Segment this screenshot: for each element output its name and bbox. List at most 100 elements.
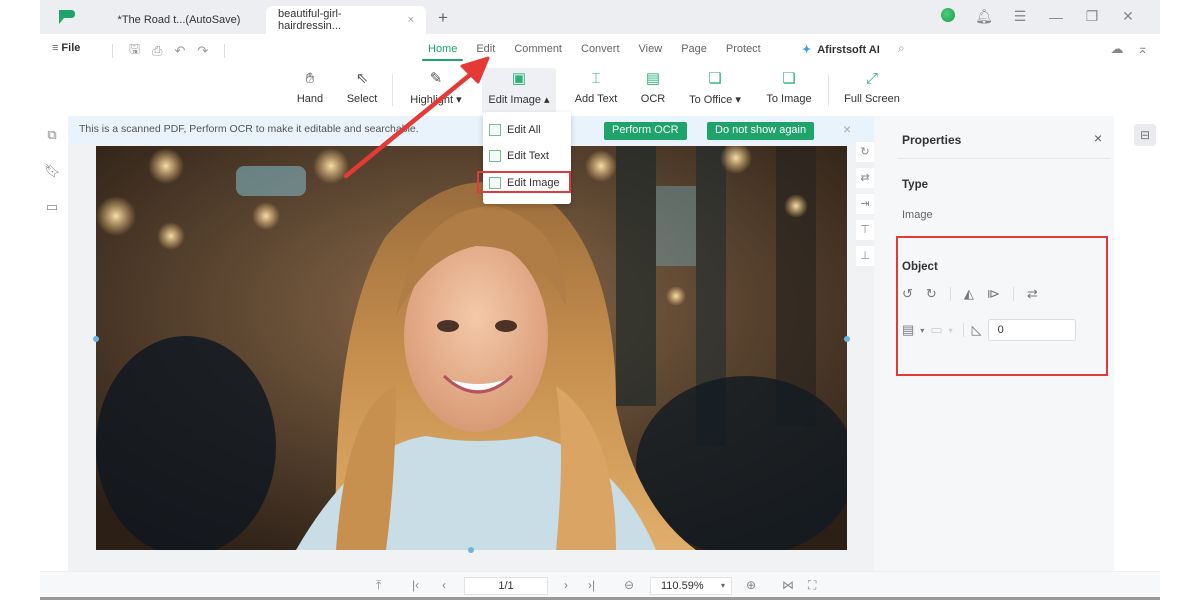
zoom-dropdown-icon: ▾ <box>720 581 725 590</box>
close-window-button[interactable]: ✕ <box>1110 8 1146 25</box>
ai-sparkle-icon: ✦ <box>802 44 812 56</box>
last-page-icon[interactable]: ›| <box>588 578 595 592</box>
restore-button[interactable]: ❐ <box>1074 8 1110 25</box>
divider <box>224 44 226 58</box>
item-label: Edit All <box>507 124 541 136</box>
comment-icon[interactable]: ▭ <box>44 199 60 215</box>
tool-label: Add Text <box>574 93 618 105</box>
tool-label: To Image <box>766 93 812 105</box>
menubar-right: ☁ ⌅ <box>1100 41 1148 57</box>
left-sidebar: ⧉ 🔖︎ ▭ <box>40 116 68 571</box>
zoom-in-icon[interactable]: ⊕ <box>746 578 756 592</box>
full-screen-tool[interactable]: ⤢ Full Screen <box>840 68 904 114</box>
highlight-tool[interactable]: ✎ Highlight ▾ <box>406 68 466 114</box>
selected-image[interactable] <box>96 146 847 550</box>
tab-close-icon[interactable]: × <box>408 14 414 26</box>
collapse-ribbon-icon[interactable]: ⌅ <box>1137 41 1148 56</box>
menu-view[interactable]: View <box>639 43 663 55</box>
zoom-select[interactable]: 110.59% ▾ <box>650 577 732 595</box>
redo-icon[interactable]: ↷ <box>197 43 208 59</box>
next-page-icon[interactable]: › <box>564 578 568 592</box>
edit-text-icon <box>489 150 501 162</box>
resize-handle[interactable] <box>93 336 99 342</box>
cursor-icon: ⇖ <box>355 70 369 87</box>
to-office-icon: ❏ <box>708 70 722 87</box>
menu-comment[interactable]: Comment <box>514 43 562 55</box>
tab-label: *The Road t...(AutoSave) <box>117 14 241 26</box>
edit-all-icon <box>489 124 501 136</box>
scroll-top-icon[interactable]: ⤒ <box>376 578 381 593</box>
tool-label: Hand <box>296 93 324 105</box>
tool-label: Edit Image ▴ <box>488 94 550 106</box>
ai-menu[interactable]: ✦ Afirstsoft AI <box>802 43 880 56</box>
dropdown-item-edit-all[interactable]: Edit All <box>489 120 541 140</box>
replace-icon[interactable]: ⇄ <box>856 168 874 188</box>
to-image-tool[interactable]: ❏ To Image <box>760 68 818 114</box>
menu-convert[interactable]: Convert <box>581 43 620 55</box>
notice-close-icon[interactable]: × <box>843 121 851 137</box>
user-avatar[interactable] <box>930 8 966 25</box>
file-menu[interactable]: ≡ File <box>52 42 80 54</box>
quick-access: 🖫︎ ⎙ ↶ ↷ <box>102 40 235 62</box>
select-tool[interactable]: ⇖ Select <box>340 68 384 114</box>
ocr-tool[interactable]: ▤ OCR <box>636 68 670 114</box>
add-text-icon: ⌶ <box>591 70 601 87</box>
thumbnail-icon[interactable]: ⧉ <box>44 127 60 143</box>
properties-close-icon[interactable]: × <box>1094 130 1102 146</box>
resize-handle[interactable] <box>468 547 474 553</box>
new-tab-button[interactable]: + <box>438 8 448 28</box>
notice-text: This is a scanned PDF, Perform OCR to ma… <box>79 123 419 135</box>
print-icon[interactable]: ⎙ <box>152 43 162 59</box>
cloud-icon[interactable]: ☁ <box>1110 41 1123 56</box>
edit-image-tool[interactable]: ▣ Edit Image ▴ <box>482 68 556 114</box>
properties-toggle-icon[interactable]: ⊟ <box>1134 124 1156 146</box>
tab-label: beautiful-girl-hairdressin... <box>278 8 342 32</box>
edit-image-dropdown: Edit All Edit Text Edit Image <box>477 112 571 204</box>
zoom-out-icon[interactable]: ⊖ <box>624 578 634 592</box>
bell-icon[interactable]: 🔔︎ <box>966 8 1002 25</box>
to-office-tool[interactable]: ❏ To Office ▾ <box>682 68 748 114</box>
type-value: Image <box>902 209 933 221</box>
window-controls: 🔔︎ ☰ — ❐ ✕ <box>930 8 1146 25</box>
portrait-photo <box>96 146 847 550</box>
file-label: File <box>61 42 81 54</box>
minimize-button[interactable]: — <box>1038 9 1074 25</box>
menu-icon[interactable]: ☰ <box>1002 8 1038 25</box>
tool-label: Full Screen <box>844 93 900 105</box>
to-image-icon: ❏ <box>782 70 796 87</box>
menu-home[interactable]: Home <box>421 43 464 61</box>
tab-autosave-doc[interactable]: *The Road t...(AutoSave) <box>104 6 254 34</box>
extract-icon[interactable]: ⇥ <box>856 194 874 214</box>
add-text-tool[interactable]: ⌶ Add Text <box>568 68 624 114</box>
dropdown-item-edit-image[interactable]: Edit Image <box>477 171 571 193</box>
prev-page-icon[interactable]: ‹ <box>442 578 446 592</box>
tool-label: Highlight ▾ <box>410 94 462 106</box>
search-icon[interactable]: ⌕ <box>898 41 905 56</box>
hand-tool[interactable]: ✋︎ Hand <box>290 68 330 114</box>
menu-page[interactable]: Page <box>681 43 707 55</box>
fit-width-icon[interactable]: ⋈ <box>782 578 794 592</box>
menu-protect[interactable]: Protect <box>726 43 761 55</box>
edit-image-icon: ▣ <box>511 70 527 87</box>
right-sidebar: ⊟ <box>1114 116 1160 571</box>
edit-image-highlight-box <box>477 171 571 193</box>
undo-icon[interactable]: ↶ <box>174 43 185 59</box>
menu-edit[interactable]: Edit <box>476 43 495 55</box>
rotate-icon[interactable]: ↻ <box>856 142 874 162</box>
fit-page-icon[interactable]: ⛶ <box>808 578 816 593</box>
main-menu: Home Edit Comment Convert View Page Prot… <box>421 43 780 61</box>
tab-active-doc[interactable]: beautiful-girl-hairdressin... × <box>266 6 426 34</box>
do-not-show-again-button[interactable]: Do not show again <box>707 122 815 140</box>
divider <box>898 158 1110 159</box>
page-input[interactable]: 1/1 <box>464 577 548 595</box>
resize-handle[interactable] <box>844 336 850 342</box>
perform-ocr-button[interactable]: Perform OCR <box>604 122 687 140</box>
divider <box>392 74 393 106</box>
dropdown-item-edit-text[interactable]: Edit Text <box>489 146 549 166</box>
app-window: *The Road t...(AutoSave) beautiful-girl-… <box>40 0 1160 600</box>
bookmark-icon[interactable]: 🔖︎ <box>44 163 61 179</box>
save-icon[interactable]: 🖫︎ <box>129 40 140 62</box>
align-top-icon[interactable]: ⊤ <box>856 220 874 240</box>
align-bottom-icon[interactable]: ⊥ <box>856 246 874 266</box>
first-page-icon[interactable]: |‹ <box>412 578 419 592</box>
